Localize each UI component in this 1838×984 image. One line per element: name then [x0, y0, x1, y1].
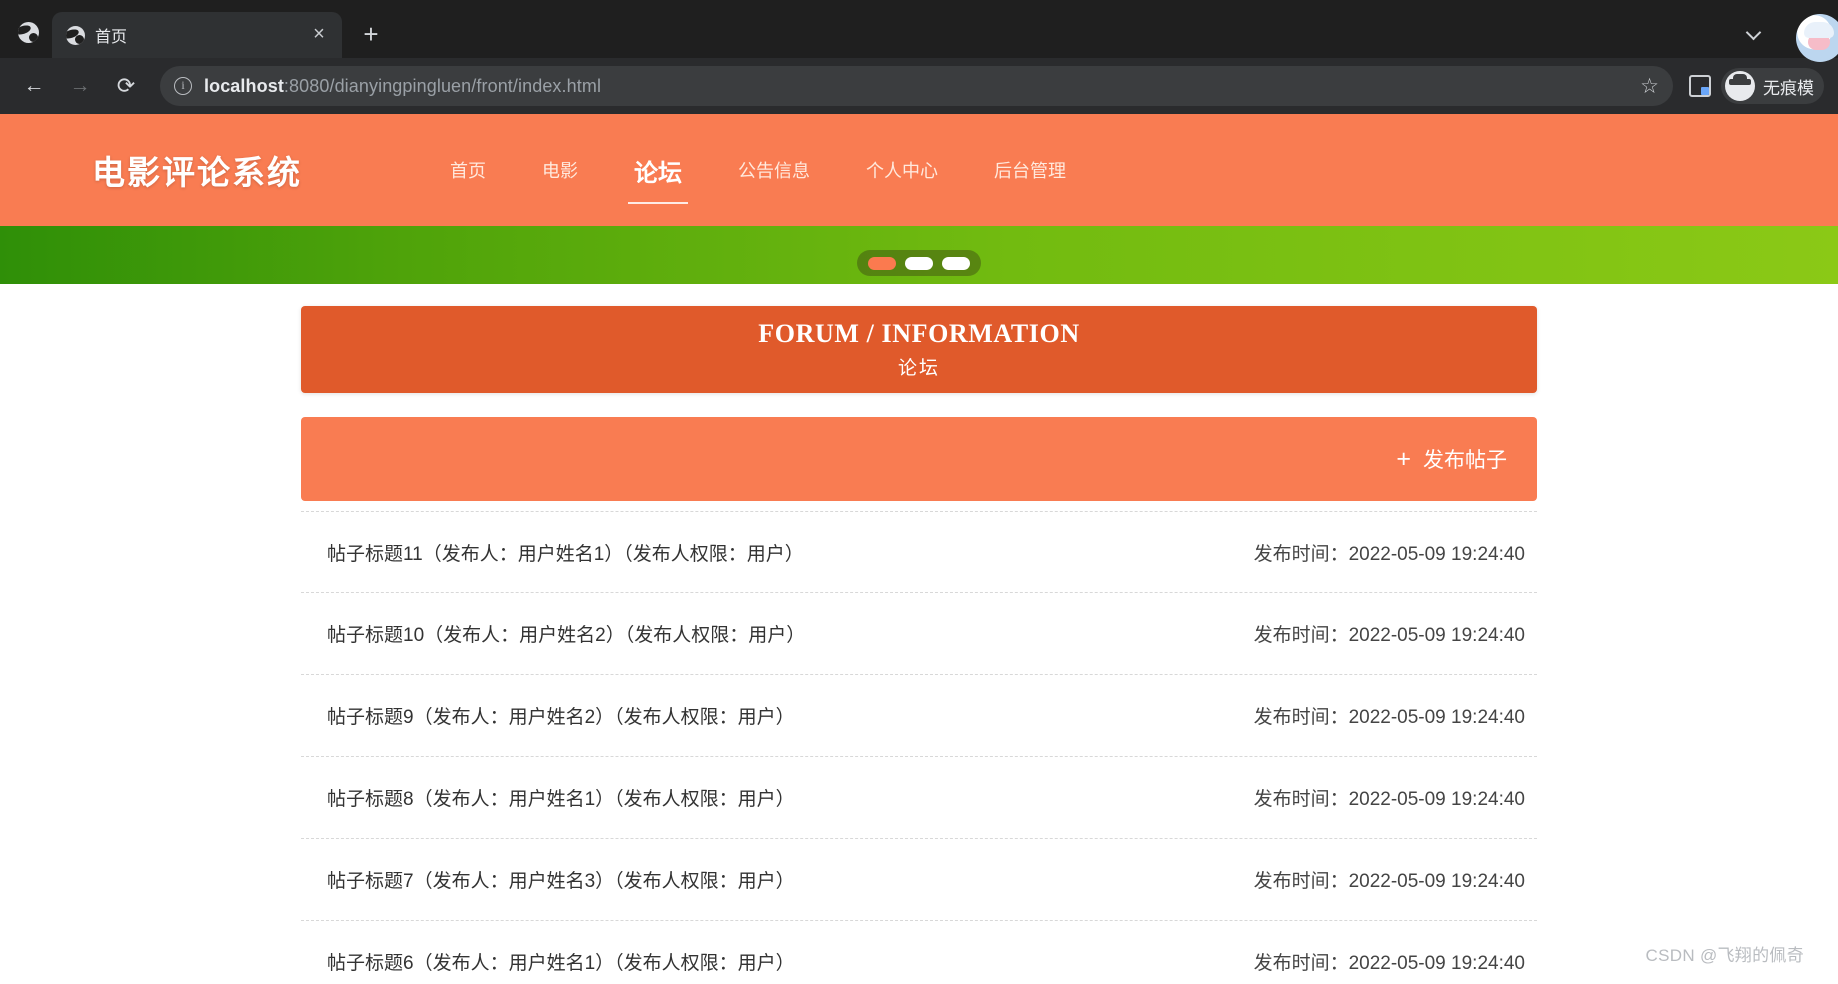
incognito-icon — [1725, 71, 1755, 101]
browser-titlebar: 首页 × + — [0, 0, 1838, 62]
nav-item-forum[interactable]: 论坛 — [606, 140, 710, 204]
window-controls — [1726, 14, 1838, 62]
post-list-item[interactable]: 帖子标题11（发布人：用户姓名1）（发布人权限：用户） 发布时间：2022-05… — [301, 511, 1537, 593]
plus-icon: + — [1396, 444, 1411, 473]
post-time: 发布时间：2022-05-09 19:24:40 — [1253, 871, 1525, 892]
chevron-down-icon[interactable] — [1726, 14, 1782, 48]
reload-button[interactable]: ⟳ — [106, 66, 146, 106]
post-action-bar: + 发布帖子 — [301, 417, 1537, 501]
bookmark-star-icon[interactable]: ☆ — [1640, 74, 1659, 99]
post-list-item[interactable]: 帖子标题10（发布人：用户姓名2）（发布人权限：用户） 发布时间：2022-05… — [301, 593, 1537, 675]
carousel-indicators — [857, 250, 981, 276]
post-title[interactable]: 帖子标题11（发布人：用户姓名1）（发布人权限：用户） — [327, 539, 804, 566]
user-avatar[interactable] — [1796, 14, 1838, 62]
new-tab-button[interactable]: + — [352, 16, 390, 54]
forward-button[interactable]: → — [60, 66, 100, 106]
carousel-dot-1[interactable] — [868, 256, 896, 270]
site-header: 电影评论系统 首页 电影 论坛 公告信息 个人中心 后台管理 — [0, 114, 1838, 226]
tab-favicon-globe-icon — [66, 25, 85, 45]
post-list-item[interactable]: 帖子标题9（发布人：用户姓名2）（发布人权限：用户） 发布时间：2022-05-… — [301, 675, 1537, 757]
address-bar[interactable]: i localhost:8080/dianyingpingluen/front/… — [160, 66, 1673, 106]
nav-item-announcements[interactable]: 公告信息 — [710, 140, 838, 200]
main-content: FORUM / INFORMATION 论坛 + 发布帖子 帖子标题11（发布人… — [0, 306, 1838, 984]
post-time: 发布时间：2022-05-09 19:24:40 — [1253, 789, 1525, 810]
post-time: 发布时间：2022-05-09 19:24:40 — [1253, 953, 1525, 974]
nav-item-personal-center[interactable]: 个人中心 — [838, 140, 966, 200]
browser-toolbar: ← → ⟳ i localhost:8080/dianyingpingluen/… — [0, 58, 1838, 114]
post-list: 帖子标题11（发布人：用户姓名1）（发布人权限：用户） 发布时间：2022-05… — [301, 511, 1537, 984]
nav-item-home[interactable]: 首页 — [422, 140, 514, 200]
url-host: localhost — [204, 75, 284, 96]
forum-section-banner: FORUM / INFORMATION 论坛 — [301, 306, 1537, 393]
watermark: CSDN @飞翔的佩奇 — [1645, 946, 1804, 965]
forum-banner-en: FORUM / INFORMATION — [758, 319, 1080, 348]
post-time: 发布时间：2022-05-09 19:24:40 — [1253, 707, 1525, 728]
post-title[interactable]: 帖子标题10（发布人：用户姓名2）（发布人权限：用户） — [327, 620, 805, 647]
carousel-dot-2[interactable] — [905, 256, 933, 270]
post-title[interactable]: 帖子标题8（发布人：用户姓名1）（发布人权限：用户） — [327, 784, 795, 811]
tab-close-icon[interactable]: × — [306, 22, 332, 48]
url-text: localhost:8080/dianyingpingluen/front/in… — [204, 76, 601, 97]
browser-tab[interactable]: 首页 × — [52, 12, 342, 58]
split-screen-icon[interactable] — [1689, 75, 1711, 97]
post-title[interactable]: 帖子标题6（发布人：用户姓名1）（发布人权限：用户） — [327, 948, 795, 975]
nav-item-movies[interactable]: 电影 — [514, 140, 606, 200]
incognito-badge[interactable]: 无痕模 — [1721, 68, 1824, 104]
carousel-banner[interactable] — [0, 226, 1838, 284]
post-list-item[interactable]: 帖子标题7（发布人：用户姓名3）（发布人权限：用户） 发布时间：2022-05-… — [301, 839, 1537, 921]
back-button[interactable]: ← — [14, 66, 54, 106]
post-time: 发布时间：2022-05-09 19:24:40 — [1253, 625, 1525, 646]
carousel-dot-3[interactable] — [942, 256, 970, 270]
post-title[interactable]: 帖子标题7（发布人：用户姓名3）（发布人权限：用户） — [327, 866, 795, 893]
window-app-icon — [8, 12, 48, 52]
forum-banner-cn: 论坛 — [897, 358, 940, 379]
toolbar-right-actions: 无痕模 — [1679, 68, 1824, 104]
post-list-item[interactable]: 帖子标题8（发布人：用户姓名1）（发布人权限：用户） 发布时间：2022-05-… — [301, 757, 1537, 839]
globe-icon — [17, 21, 39, 43]
site-info-icon[interactable]: i — [174, 77, 192, 95]
post-time: 发布时间：2022-05-09 19:24:40 — [1253, 543, 1525, 565]
nav-item-admin[interactable]: 后台管理 — [966, 140, 1094, 200]
site-brand[interactable]: 电影评论系统 — [92, 146, 302, 194]
create-post-label: 发布帖子 — [1423, 449, 1507, 472]
page-content: 电影评论系统 首页 电影 论坛 公告信息 个人中心 后台管理 FORUM / I… — [0, 114, 1838, 984]
create-post-button[interactable]: + 发布帖子 — [1396, 444, 1507, 474]
url-path: :8080/dianyingpingluen/front/index.html — [283, 75, 602, 96]
tab-title: 首页 — [95, 29, 128, 46]
post-list-item[interactable]: 帖子标题6（发布人：用户姓名1）（发布人权限：用户） 发布时间：2022-05-… — [301, 921, 1537, 984]
post-title[interactable]: 帖子标题9（发布人：用户姓名2）（发布人权限：用户） — [327, 702, 795, 729]
main-nav: 首页 电影 论坛 公告信息 个人中心 后台管理 — [422, 140, 1094, 204]
incognito-label: 无痕模 — [1763, 78, 1814, 98]
browser-window: 首页 × + ← → ⟳ i localhost:8080/dianyingpi… — [0, 0, 1838, 984]
